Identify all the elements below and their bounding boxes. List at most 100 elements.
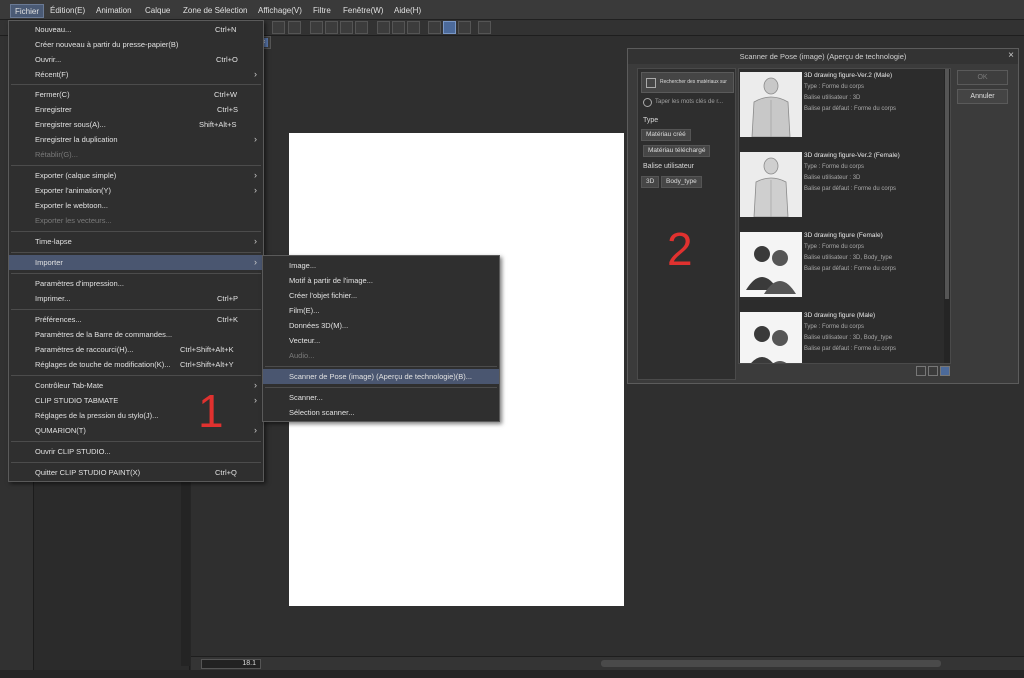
menu-item-exporter-webtoon[interactable]: Exporter le webtoon... bbox=[9, 198, 263, 213]
menu-item-enregistrer-sous[interactable]: Enregistrer sous(A)... Shift+Alt+S bbox=[9, 117, 263, 132]
list-item[interactable]: 3D drawing figure-Ver.2 (Female) Type : … bbox=[739, 149, 950, 229]
menu-item-label: CLIP STUDIO TABMATE bbox=[35, 396, 119, 405]
snap-grid-icon[interactable] bbox=[458, 21, 471, 34]
menu-item-enregistrer[interactable]: Enregistrer Ctrl+S bbox=[9, 102, 263, 117]
menu-item-ouvrir[interactable]: Ouvrir... Ctrl+O bbox=[9, 52, 263, 67]
menu-item-exporter-calque[interactable]: Exporter (calque simple) › bbox=[9, 168, 263, 183]
menu-item-tabmate[interactable]: CLIP STUDIO TABMATE › bbox=[9, 393, 263, 408]
menu-item-parametres-impression[interactable]: Paramètres d'impression... bbox=[9, 276, 263, 291]
menu-item-touche-modification[interactable]: Réglages de touche de modification(K)...… bbox=[9, 357, 263, 372]
menu-item-raccourci[interactable]: Paramètres de raccourci(H)... Ctrl+Shift+… bbox=[9, 342, 263, 357]
import-item-scanner[interactable]: Scanner... bbox=[263, 390, 499, 405]
menu-fichier[interactable]: Fichier bbox=[10, 4, 45, 18]
menu-aide[interactable]: Aide(H) bbox=[390, 4, 425, 18]
close-icon[interactable]: × bbox=[1008, 50, 1014, 61]
menu-item-pression-stylo[interactable]: Réglages de la pression du stylo(J)... bbox=[9, 408, 263, 423]
menu-item-time-lapse[interactable]: Time-lapse › bbox=[9, 234, 263, 249]
tag-3d[interactable]: 3D bbox=[641, 176, 660, 188]
menu-item-shortcut: Ctrl+O bbox=[216, 55, 238, 64]
view-large-icon[interactable] bbox=[916, 366, 926, 376]
menu-item-ouvrir-clip-studio[interactable]: Ouvrir CLIP STUDIO... bbox=[9, 444, 263, 459]
ok-button[interactable]: OK bbox=[957, 70, 1008, 85]
menu-zone-selection[interactable]: Zone de Sélection bbox=[179, 4, 252, 18]
list-scrollbar[interactable] bbox=[944, 69, 950, 363]
material-user-tag: Balise utilisateur : 3D bbox=[804, 175, 861, 181]
menu-edition[interactable]: Édition(E) bbox=[46, 4, 89, 18]
list-item[interactable]: 3D drawing figure (Female) Type : Forme … bbox=[739, 229, 950, 309]
material-list: 3D drawing figure-Ver.2 (Male) Type : Fo… bbox=[738, 68, 951, 364]
menu-item-label: Créer nouveau à partir du presse-papier(… bbox=[35, 40, 179, 49]
clear-icon[interactable] bbox=[310, 21, 323, 34]
material-default-tag: Balise par défaut : Forme du corps bbox=[804, 266, 897, 272]
menu-separator bbox=[11, 462, 261, 463]
zoom-field[interactable]: 18.1 bbox=[201, 659, 261, 669]
redo-icon[interactable] bbox=[288, 21, 301, 34]
import-item-vecteur[interactable]: Vecteur... bbox=[263, 333, 499, 348]
tag-materiau-cree[interactable]: Matériau créé bbox=[641, 129, 691, 141]
menu-filtre[interactable]: Filtre bbox=[309, 4, 335, 18]
menu-item-shortcut: Ctrl+S bbox=[217, 105, 239, 114]
menu-item-fermer[interactable]: Fermer(C) Ctrl+W bbox=[9, 87, 263, 102]
transform-icon[interactable] bbox=[355, 21, 368, 34]
menu-item-quitter[interactable]: Quitter CLIP STUDIO PAINT(X) Ctrl+Q bbox=[9, 465, 263, 480]
cancel-button[interactable]: Annuler bbox=[957, 89, 1008, 104]
tag-body-type[interactable]: Body_type bbox=[661, 176, 702, 188]
search-placeholder: Taper les mots clés de r... bbox=[655, 99, 724, 105]
menu-item-importer[interactable]: Importer › bbox=[9, 255, 263, 270]
menu-item-label: Préférences... bbox=[35, 315, 82, 324]
snap-special-ruler-icon[interactable] bbox=[443, 21, 456, 34]
annotation-two: 2 bbox=[667, 223, 693, 275]
view-grid-icon[interactable] bbox=[928, 366, 938, 376]
import-item-image[interactable]: Image... bbox=[263, 258, 499, 273]
import-item-objet-fichier[interactable]: Créer l'objet fichier... bbox=[263, 288, 499, 303]
list-item[interactable]: 3D drawing figure (Male) Type : Forme du… bbox=[739, 309, 950, 363]
tag-materiau-telecharge[interactable]: Matériau téléchargé bbox=[643, 145, 711, 157]
menu-item-preferences[interactable]: Préférences... Ctrl+K bbox=[9, 312, 263, 327]
view-list-icon[interactable] bbox=[940, 366, 950, 376]
undo-icon[interactable] bbox=[272, 21, 285, 34]
dialog-title: Scanner de Pose (image) (Aperçu de techn… bbox=[628, 49, 1018, 64]
scrollbar-thumb[interactable] bbox=[945, 69, 949, 299]
menu-item-label: Exporter les vecteurs... bbox=[35, 216, 112, 225]
submenu-arrow-icon: › bbox=[254, 134, 257, 144]
menu-animation[interactable]: Animation bbox=[92, 4, 136, 18]
deselect-icon[interactable] bbox=[377, 21, 390, 34]
menu-item-label: Fermer(C) bbox=[35, 90, 70, 99]
snap-ruler-icon[interactable] bbox=[428, 21, 441, 34]
menu-separator bbox=[11, 309, 261, 310]
menu-item-nouveau[interactable]: Nouveau... Ctrl+N bbox=[9, 22, 263, 37]
menu-item-imprimer[interactable]: Imprimer... Ctrl+P bbox=[9, 291, 263, 306]
submenu-arrow-icon: › bbox=[254, 170, 257, 180]
menu-item-recent[interactable]: Récent(F) › bbox=[9, 67, 263, 82]
menu-item-label: Audio... bbox=[289, 351, 315, 360]
user-tag-label: Balise utilisateur bbox=[643, 163, 694, 170]
menu-calque[interactable]: Calque bbox=[141, 4, 174, 18]
help-icon[interactable] bbox=[478, 21, 491, 34]
menu-item-label: Enregistrer bbox=[35, 105, 72, 114]
clear-outside-icon[interactable] bbox=[325, 21, 338, 34]
import-item-scanner-pose[interactable]: Scanner de Pose (image) (Aperçu de techn… bbox=[263, 369, 499, 384]
invert-selection-icon[interactable] bbox=[392, 21, 405, 34]
search-materials-button[interactable]: Rechercher des matériaux sur bbox=[641, 72, 734, 93]
menu-item-qumarion[interactable]: QUMARION(T) › bbox=[9, 423, 263, 438]
menu-separator bbox=[11, 441, 261, 442]
menu-item-creer-presse-papier[interactable]: Créer nouveau à partir du presse-papier(… bbox=[9, 37, 263, 52]
menu-item-tab-mate[interactable]: Contrôleur Tab-Mate › bbox=[9, 378, 263, 393]
menu-item-barre-commandes[interactable]: Paramètres de la Barre de commandes... bbox=[9, 327, 263, 342]
menu-item-label: Rétablir(G)... bbox=[35, 150, 78, 159]
horizontal-scrollbar[interactable] bbox=[601, 660, 941, 667]
menu-fenetre[interactable]: Fenêtre(W) bbox=[339, 4, 387, 18]
menu-affichage[interactable]: Affichage(V) bbox=[254, 4, 306, 18]
fill-icon[interactable] bbox=[340, 21, 353, 34]
import-item-donnees-3d[interactable]: Données 3D(M)... bbox=[263, 318, 499, 333]
list-item[interactable]: 3D drawing figure-Ver.2 (Male) Type : Fo… bbox=[739, 69, 950, 149]
menu-item-label: Exporter le webtoon... bbox=[35, 201, 108, 210]
show-selection-icon[interactable] bbox=[407, 21, 420, 34]
menu-item-enregistrer-duplication[interactable]: Enregistrer la duplication › bbox=[9, 132, 263, 147]
import-item-selection-scanner[interactable]: Sélection scanner... bbox=[263, 405, 499, 420]
import-item-motif[interactable]: Motif à partir de l'image... bbox=[263, 273, 499, 288]
import-item-film[interactable]: Film(E)... bbox=[263, 303, 499, 318]
menu-item-shortcut: Ctrl+N bbox=[215, 25, 237, 34]
menu-item-exporter-animation[interactable]: Exporter l'animation(Y) › bbox=[9, 183, 263, 198]
keyword-search-input[interactable]: Taper les mots clés de r... bbox=[641, 97, 734, 109]
